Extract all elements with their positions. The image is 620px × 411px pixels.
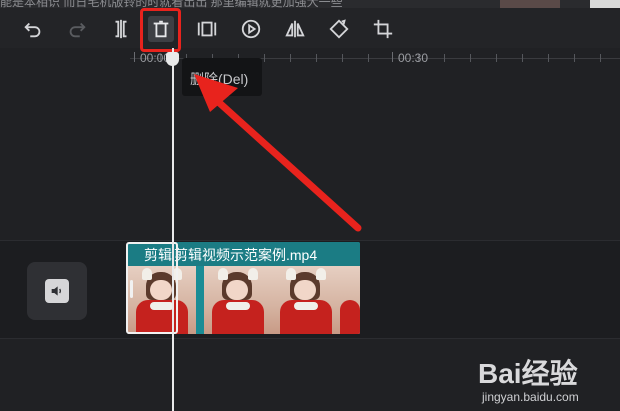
top-cropped-strip: 能是本相识 而日毛机版铃的时就看出出 那里编辑就更加强大一些 — [0, 0, 620, 8]
redo-button[interactable] — [64, 16, 90, 42]
ruler-label-30s: 00:30 — [398, 51, 429, 65]
top-thumbnail — [500, 0, 560, 8]
speaker-icon — [51, 286, 61, 296]
ruler-tick — [134, 52, 135, 62]
watermark-brand: Bai经验 — [478, 358, 578, 389]
ruler-tick — [600, 54, 601, 62]
clip-title: 剪辑视频示范案例.mp4 — [174, 247, 318, 263]
ruler-tick — [470, 54, 471, 62]
mirror-button[interactable] — [282, 16, 308, 42]
play-icon — [241, 19, 261, 39]
ruler-tick — [522, 54, 523, 62]
split-icon — [115, 19, 127, 39]
delete-highlight-box — [140, 8, 181, 52]
ruler-tick — [264, 54, 265, 62]
freeze-frame-icon — [197, 21, 217, 37]
speaker-icon-box — [45, 279, 69, 303]
delete-tooltip: 删除(Del) — [182, 58, 262, 96]
rotate-icon — [329, 19, 349, 39]
tooltip-text: 删除(Del) — [190, 71, 249, 87]
baidu-watermark: Bai经验 jingyan.baidu.com — [478, 352, 618, 410]
ruler-tick — [392, 52, 393, 62]
top-thumbnail-2 — [590, 0, 620, 8]
clip-selection-handle[interactable] — [126, 242, 178, 334]
ruler-tick — [574, 54, 575, 62]
ruler-tick — [548, 54, 549, 62]
clip-frame — [272, 266, 340, 334]
redo-icon — [69, 22, 86, 38]
ruler-tick — [368, 54, 369, 62]
ruler-tick — [316, 54, 317, 62]
ruler-tick — [496, 54, 497, 62]
top-strip-text: 能是本相识 而日毛机版铃的时就看出出 那里编辑就更加强大一些 — [0, 0, 343, 8]
clip-frame — [340, 266, 360, 334]
ruler-tick — [444, 54, 445, 62]
ruler-tick — [290, 54, 291, 62]
split-button[interactable] — [108, 16, 134, 42]
freeze-frame-button[interactable] — [194, 16, 220, 42]
clip-frame — [204, 266, 272, 334]
toolbar — [0, 8, 620, 48]
undo-button[interactable] — [20, 16, 46, 42]
crop-icon — [373, 19, 393, 39]
playhead-handle[interactable] — [166, 52, 179, 66]
rotate-button[interactable] — [326, 16, 352, 42]
watermark-site: jingyan.baidu.com — [482, 390, 579, 404]
timeline-ruler: 00:00 00:30 — [0, 48, 620, 68]
undo-icon — [24, 22, 41, 38]
ruler-tick — [342, 54, 343, 62]
playhead-line[interactable] — [172, 48, 174, 411]
crop-button[interactable] — [370, 16, 396, 42]
mute-audio-button[interactable] — [27, 262, 87, 320]
mirror-icon — [285, 20, 305, 38]
play-button[interactable] — [238, 16, 264, 42]
